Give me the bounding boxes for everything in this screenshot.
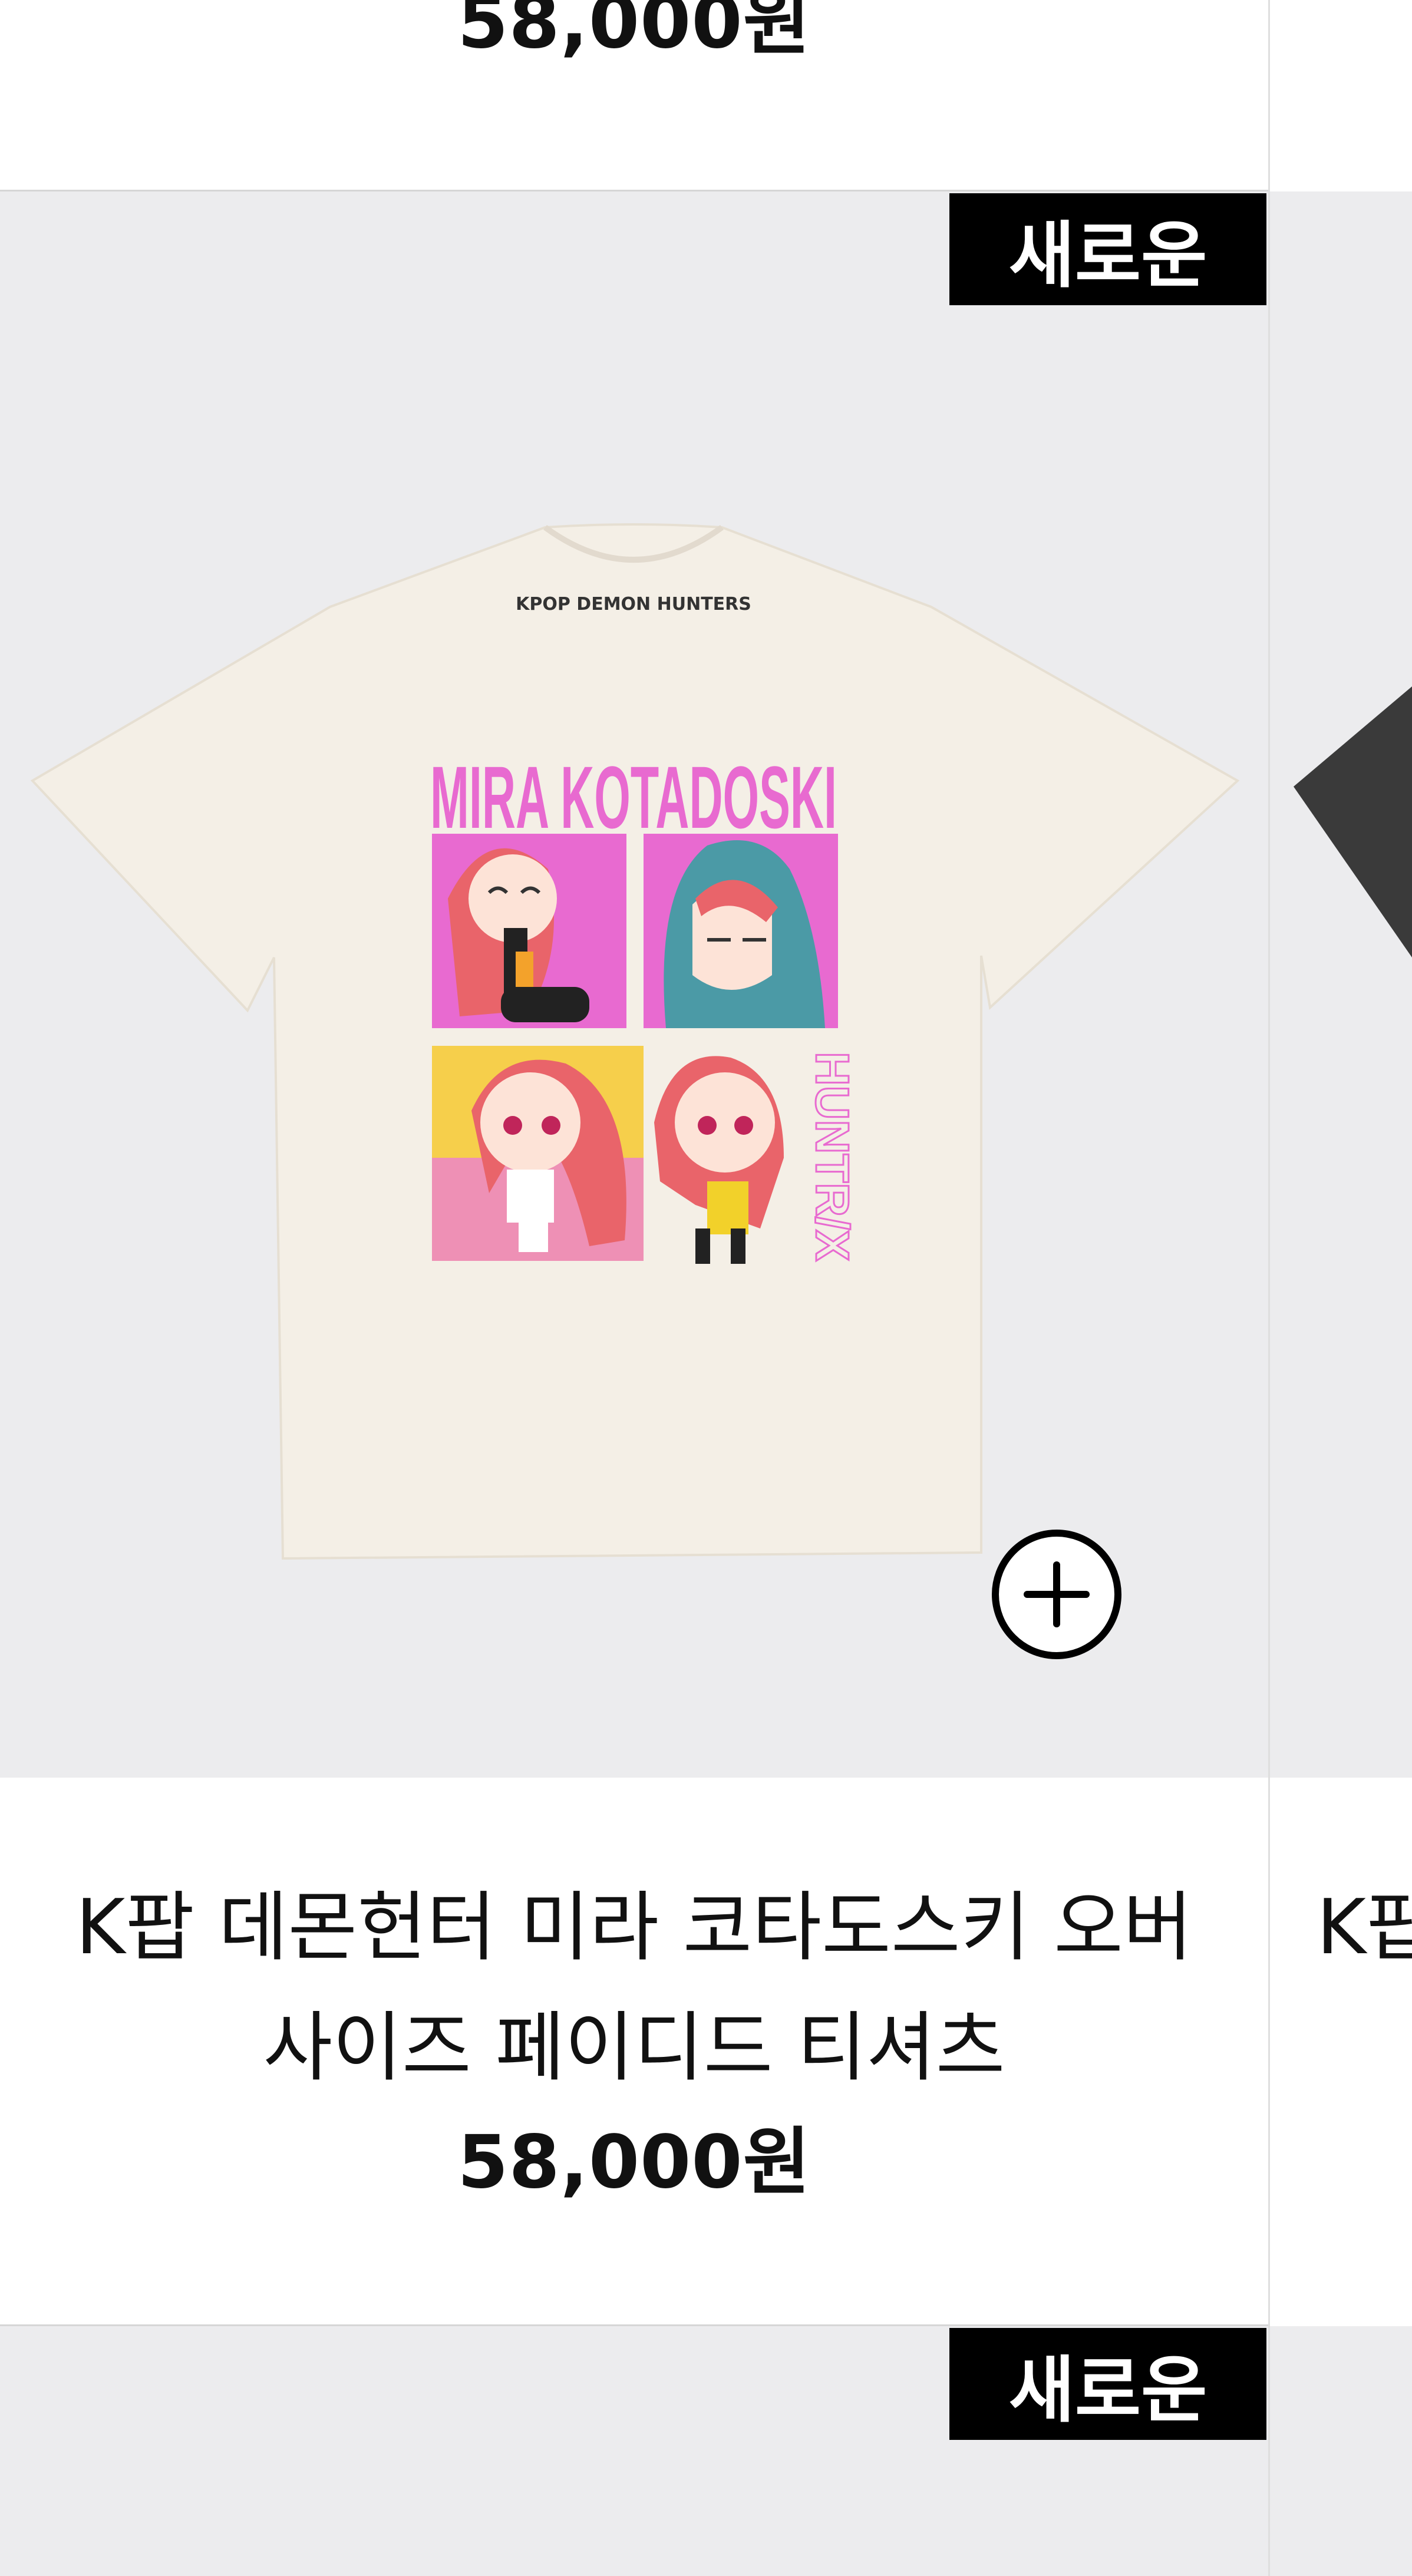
next-product-name-fragment[interactable]: K팝 <box>1317 1868 1412 1988</box>
shirt-label-text: KPOP DEMON HUNTERS <box>516 594 751 615</box>
product-name-line-2[interactable]: 사이즈 페이디드 티셔츠 <box>24 1988 1245 2108</box>
product-name[interactable]: K팝 데몬헌터 미라 코타도스키 오버 사이즈 페이디드 티셔츠 <box>24 1868 1245 2108</box>
new-badge-label: 새로운 <box>1008 2348 1208 2432</box>
add-to-cart-button[interactable] <box>991 1528 1123 1660</box>
product-image-area-next[interactable]: 새로운 <box>0 2326 1268 2576</box>
next-column-image[interactable] <box>1270 191 1412 1778</box>
plus-circle-icon[interactable] <box>991 1528 1123 1660</box>
column-divider <box>1268 0 1270 2576</box>
new-badge: 새로운 <box>949 2328 1266 2440</box>
tshirt-shape <box>30 523 1240 1560</box>
new-badge: 새로운 <box>949 193 1266 305</box>
new-badge-label: 새로운 <box>1008 213 1208 298</box>
product-name-line-1[interactable]: K팝 데몬헌터 미라 코타도스키 오버 <box>24 1868 1245 1988</box>
next-column-image-2[interactable] <box>1270 2326 1412 2576</box>
print-side-text: HUNTR/X <box>806 1052 859 1261</box>
product-price: 58,000원 <box>457 2120 811 2205</box>
print-title: MIRA KOTADOSKI <box>430 748 837 847</box>
product-price-previous: 58,000원 <box>457 0 811 65</box>
next-product-image-fragment <box>1294 686 1412 957</box>
